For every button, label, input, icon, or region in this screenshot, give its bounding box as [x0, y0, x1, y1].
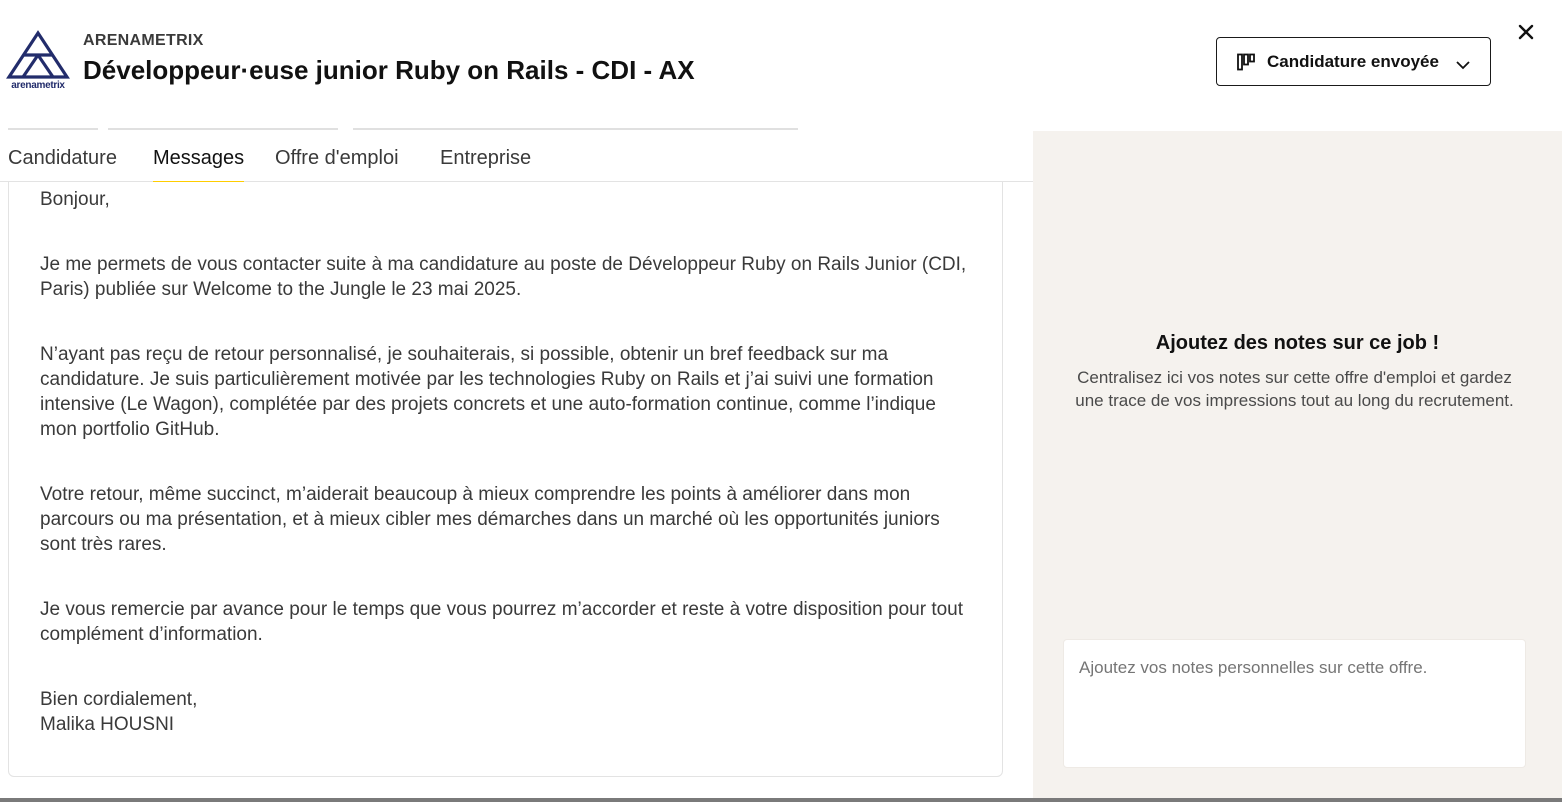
message-paragraph: N’ayant pas reçu de retour personnalisé,… — [40, 344, 936, 440]
close-button[interactable] — [1514, 20, 1538, 44]
close-icon — [1518, 24, 1534, 40]
message-closing: Bien cordialement, — [40, 689, 198, 710]
notes-description: Centralisez ici vos notes sur cette offr… — [1075, 368, 1514, 410]
logo-text: arenametrix — [11, 80, 65, 91]
tab-messages[interactable]: Messages — [153, 147, 245, 184]
application-modal: arenametrix ARENAMETRIX Développeur·euse… — [0, 0, 1562, 802]
message-card: Bonjour, Je me permets de vous contacter… — [8, 182, 1003, 777]
modal-header: arenametrix ARENAMETRIX Développeur·euse… — [0, 0, 1562, 131]
tab-offre-emploi[interactable]: Offre d'emploi — [275, 147, 399, 181]
messages-scroll-area[interactable]: Bonjour, Je me permets de vous contacter… — [0, 182, 1033, 802]
status-dropdown-button[interactable]: Candidature envoyée — [1216, 37, 1491, 86]
job-title: Développeur·euse junior Ruby on Rails - … — [83, 55, 695, 85]
message-paragraph: Votre retour, même succinct, m’aiderait … — [40, 484, 940, 555]
company-logo: arenametrix — [6, 30, 70, 92]
tab-entreprise[interactable]: Entreprise — [440, 147, 531, 181]
message-signature: Malika HOUSNI — [40, 714, 175, 735]
tab-bar: Candidature Messages Offre d'emploi Entr… — [0, 131, 1033, 184]
kanban-icon — [1237, 53, 1255, 71]
message-paragraph: Je me permets de vous contacter suite à … — [40, 254, 967, 300]
message-paragraph: Je vous remercie par avance pour le temp… — [40, 599, 964, 645]
arenametrix-logo-icon — [6, 30, 70, 79]
chevron-down-icon — [1456, 57, 1470, 69]
notes-title: Ajoutez des notes sur ce job ! — [1155, 332, 1440, 354]
status-label: Candidature envoyée — [1267, 51, 1439, 71]
notes-textarea[interactable] — [1063, 639, 1526, 768]
tab-candidature[interactable]: Candidature — [8, 147, 117, 181]
bottom-edge — [0, 798, 1562, 802]
message-greeting: Bonjour, — [40, 189, 110, 210]
notes-panel: Ajoutez des notes sur ce job ! Centralis… — [1033, 131, 1562, 802]
company-name: ARENAMETRIX — [83, 32, 204, 49]
